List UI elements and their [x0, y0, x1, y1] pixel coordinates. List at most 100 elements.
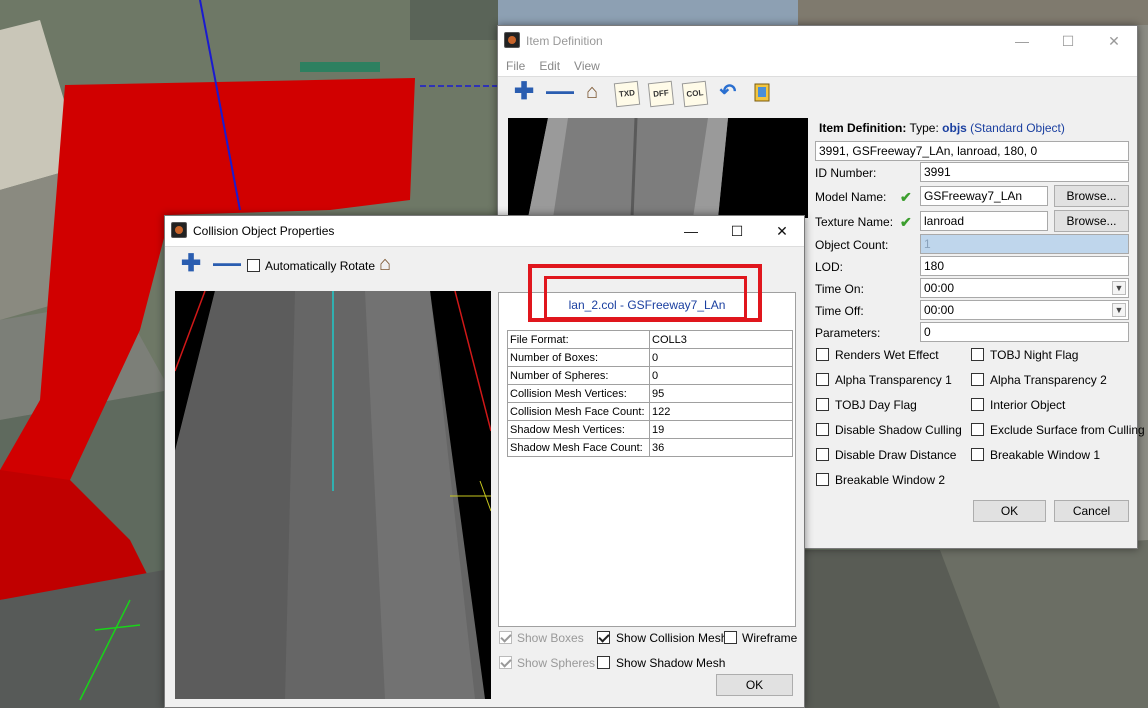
app-icon: [171, 222, 187, 238]
show-shadow-mesh-checkbox[interactable]: [597, 656, 610, 669]
app-icon: [504, 32, 520, 48]
time-on-label: Time On:: [815, 282, 864, 296]
annotation-highlight-box-inner: [544, 276, 747, 320]
table-row: Shadow Mesh Face Count: 36: [507, 438, 793, 457]
item-definition-heading: Item Definition: Type: objs (Standard Ob…: [819, 121, 1065, 135]
table-row: Shadow Mesh Vertices: 19: [507, 420, 793, 439]
collision-info-panel: lan_2.col - GSFreeway7_LAn File Format: C…: [498, 292, 796, 627]
model-valid-check-icon: ✔: [900, 189, 912, 205]
close-button[interactable]: ✕: [759, 216, 805, 246]
collision-stats-table: File Format: COLL3 Number of Boxes: 0 Numb…: [507, 330, 793, 457]
minimize-button[interactable]: —: [668, 216, 714, 246]
col-icon[interactable]: COL: [681, 80, 709, 108]
texture-name-field[interactable]: lanroad: [920, 211, 1048, 231]
auto-rotate-checkbox[interactable]: [247, 259, 260, 272]
parameters-field[interactable]: 0: [920, 322, 1129, 342]
close-button[interactable]: ✕: [1091, 26, 1137, 56]
flag-label: Alpha Transparency 1: [835, 373, 952, 387]
remove-icon[interactable]: —: [213, 249, 241, 277]
menu-file[interactable]: File: [500, 56, 531, 76]
flag-checkbox[interactable]: [816, 373, 829, 386]
stat-value[interactable]: 0: [649, 348, 793, 367]
flag-checkbox[interactable]: [816, 473, 829, 486]
flag-label: Interior Object: [990, 398, 1066, 412]
flag-checkbox[interactable]: [816, 348, 829, 361]
object-count-label: Object Count:: [815, 238, 889, 252]
show-collision-mesh-checkbox[interactable]: [597, 631, 610, 644]
time-on-select[interactable]: 00:00 ▼: [920, 278, 1129, 298]
show-collision-mesh-label: Show Collision Mesh: [616, 631, 728, 645]
ok-button[interactable]: OK: [973, 500, 1046, 522]
id-number-field[interactable]: 3991: [920, 162, 1129, 182]
dff-icon[interactable]: DFF: [647, 80, 675, 108]
flag-checkbox[interactable]: [971, 448, 984, 461]
texture-browse-button[interactable]: Browse...: [1054, 210, 1129, 232]
stat-value[interactable]: 0: [649, 366, 793, 385]
show-shadow-mesh-label: Show Shadow Mesh: [616, 656, 726, 670]
flag-label: Exclude Surface from Culling: [990, 423, 1145, 437]
parameters-label: Parameters:: [815, 326, 881, 340]
stat-value[interactable]: 95: [649, 384, 793, 403]
flag-checkbox[interactable]: [971, 423, 984, 436]
flag-label: Breakable Window 2: [835, 473, 946, 487]
remove-icon[interactable]: —: [546, 77, 574, 105]
wireframe-label: Wireframe: [742, 631, 798, 645]
time-off-select[interactable]: 00:00 ▼: [920, 300, 1129, 320]
cancel-button[interactable]: Cancel: [1054, 500, 1129, 522]
model-name-field[interactable]: GSFreeway7_LAn: [920, 186, 1048, 206]
window-title: Collision Object Properties: [193, 224, 335, 238]
chevron-down-icon[interactable]: ▼: [1112, 303, 1126, 317]
txd-icon[interactable]: TXD: [613, 80, 641, 108]
stat-value[interactable]: 36: [649, 438, 793, 457]
chevron-down-icon[interactable]: ▼: [1112, 281, 1126, 295]
table-row: Number of Spheres: 0: [507, 366, 793, 385]
menu-view[interactable]: View: [568, 56, 606, 76]
home-icon[interactable]: ⌂: [580, 81, 604, 105]
add-icon[interactable]: ✚: [179, 252, 203, 277]
flag-label: TOBJ Night Flag: [990, 348, 1079, 362]
flag-checkbox[interactable]: [816, 398, 829, 411]
id-number-label: ID Number:: [815, 166, 877, 180]
lod-label: LOD:: [815, 260, 844, 274]
raw-definition-field[interactable]: 3991, GSFreeway7_LAn, lanroad, 180, 0: [815, 141, 1129, 161]
collision-titlebar[interactable]: Collision Object Properties — ☐ ✕: [165, 216, 804, 246]
lod-field[interactable]: 180: [920, 256, 1129, 276]
flag-checkbox[interactable]: [816, 448, 829, 461]
auto-rotate-label: Automatically Rotate: [265, 259, 376, 273]
flag-checkbox[interactable]: [971, 348, 984, 361]
flag-checkbox[interactable]: [971, 398, 984, 411]
clipboard-icon[interactable]: [750, 81, 774, 105]
stat-value[interactable]: COLL3: [649, 330, 793, 349]
collision-preview[interactable]: [175, 291, 491, 699]
minimize-button[interactable]: —: [999, 26, 1045, 56]
stat-label: Number of Boxes:: [507, 348, 650, 367]
home-icon[interactable]: ⌂: [373, 253, 397, 277]
flag-label: Alpha Transparency 2: [990, 373, 1107, 387]
model-preview[interactable]: [508, 118, 808, 218]
stat-label: Number of Spheres:: [507, 366, 650, 385]
item-definition-titlebar[interactable]: Item Definition — ☐ ✕: [498, 26, 1137, 56]
flag-label: Disable Draw Distance: [835, 448, 957, 462]
wireframe-checkbox[interactable]: [724, 631, 737, 644]
table-row: File Format: COLL3: [507, 330, 793, 349]
flag-label: Disable Shadow Culling: [835, 423, 962, 437]
maximize-button[interactable]: ☐: [714, 216, 760, 246]
object-count-field: 1: [920, 234, 1129, 254]
flag-label: Renders Wet Effect: [835, 348, 939, 362]
ok-button[interactable]: OK: [716, 674, 793, 696]
model-browse-button[interactable]: Browse...: [1054, 185, 1129, 207]
stat-value[interactable]: 122: [649, 402, 793, 421]
maximize-button[interactable]: ☐: [1045, 26, 1091, 56]
add-icon[interactable]: ✚: [512, 80, 536, 105]
flag-label: Breakable Window 1: [990, 448, 1101, 462]
flag-checkbox[interactable]: [816, 423, 829, 436]
flag-checkbox[interactable]: [971, 373, 984, 386]
stat-value[interactable]: 19: [649, 420, 793, 439]
menu-edit[interactable]: Edit: [533, 56, 566, 76]
table-row: Number of Boxes: 0: [507, 348, 793, 367]
model-name-label: Model Name:: [815, 190, 887, 204]
time-off-label: Time Off:: [815, 304, 864, 318]
stat-label: Collision Mesh Vertices:: [507, 384, 650, 403]
undo-icon[interactable]: ↶: [716, 81, 740, 105]
show-spheres-checkbox: [499, 656, 512, 669]
